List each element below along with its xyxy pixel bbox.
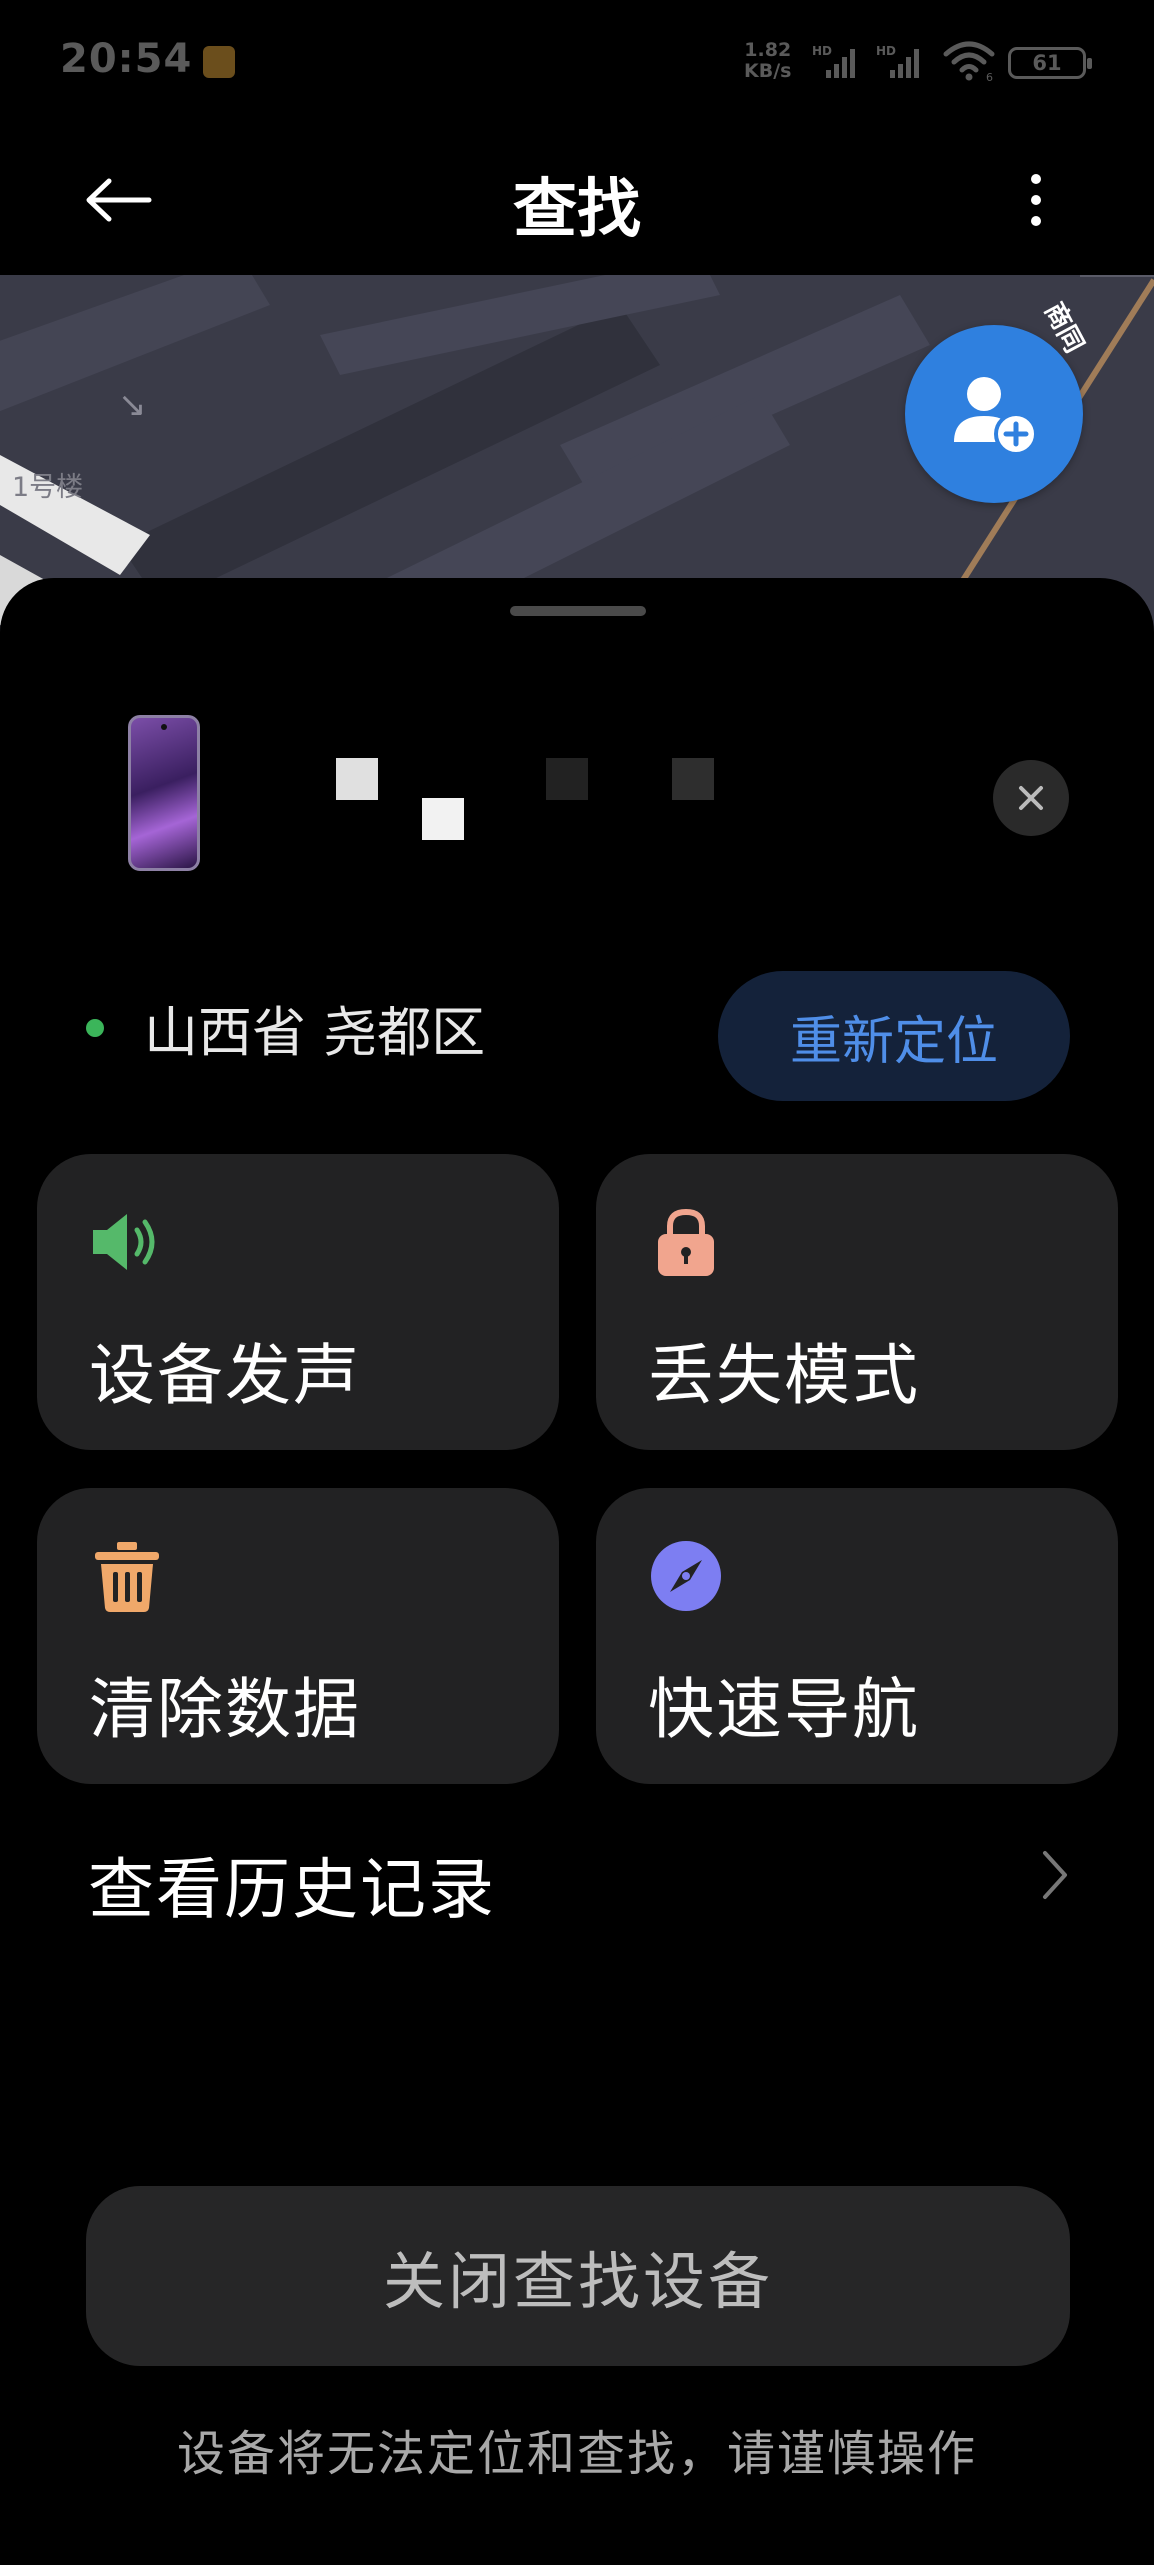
status-time: 20:54 xyxy=(60,36,193,82)
network-speed: 1.82 KB/s xyxy=(744,40,791,82)
wifi-label: 6 xyxy=(986,71,993,82)
location-text: 山西省 尧都区 xyxy=(144,1001,486,1064)
app-header: 查找 xyxy=(0,130,1154,275)
person-add-icon xyxy=(954,377,1038,456)
disable-find-device-button[interactable]: 关闭查找设备 xyxy=(86,2186,1070,2366)
add-contact-button[interactable] xyxy=(905,325,1083,503)
notification-app-icon xyxy=(203,46,235,78)
more-vertical-icon xyxy=(1031,174,1041,226)
page-title: 查找 xyxy=(513,173,641,247)
play-sound-label: 设备发声 xyxy=(89,1337,361,1414)
wifi-icon: 6 xyxy=(943,41,995,82)
sim2-hd-label: HD xyxy=(876,44,896,58)
lost-mode-card[interactable]: 丢失模式 xyxy=(596,1154,1118,1450)
device-thumbnail xyxy=(128,715,200,871)
signal-sim1-icon: HD xyxy=(812,44,855,78)
status-bar: 20:54 1.82 KB/s HD HD 6 61 xyxy=(0,0,1154,130)
disable-warning-text: 设备将无法定位和查找，请谨慎操作 xyxy=(176,2426,977,2482)
close-icon xyxy=(1019,786,1043,810)
map-direction-arrow: ↘ xyxy=(118,385,147,425)
lock-icon xyxy=(658,1208,714,1276)
view-history-row[interactable]: 查看历史记录 xyxy=(0,1818,1154,1928)
chevron-right-icon xyxy=(1043,1851,1067,1899)
quick-nav-label: 快速导航 xyxy=(648,1671,920,1748)
relocate-button[interactable]: 重新定位 xyxy=(718,971,1070,1101)
quick-nav-card[interactable]: 快速导航 xyxy=(596,1488,1118,1784)
signal-sim2-icon: HD xyxy=(876,44,919,78)
device-detail-sheet: 山西省 尧都区 重新定位 设备发声 丢失模式 清除数据 快速导航 查看历史记录 … xyxy=(0,578,1154,2565)
sim1-hd-label: HD xyxy=(812,44,832,58)
view-history-label: 查看历史记录 xyxy=(88,1851,496,1928)
sheet-drag-handle[interactable] xyxy=(510,606,646,616)
network-speed-unit: KB/s xyxy=(744,60,792,82)
battery-indicator: 61 xyxy=(1008,47,1092,79)
erase-data-card[interactable]: 清除数据 xyxy=(37,1488,559,1784)
network-speed-value: 1.82 xyxy=(744,39,792,61)
play-sound-card[interactable]: 设备发声 xyxy=(37,1154,559,1450)
more-options-button[interactable] xyxy=(1010,160,1062,240)
compass-icon xyxy=(651,1541,721,1611)
device-name xyxy=(330,748,750,869)
erase-data-label: 清除数据 xyxy=(89,1671,361,1748)
speaker-icon xyxy=(93,1214,155,1270)
device-name-obscured xyxy=(336,758,714,840)
online-status-dot xyxy=(86,1018,104,1037)
lost-mode-label: 丢失模式 xyxy=(648,1337,920,1414)
trash-icon xyxy=(95,1542,159,1612)
device-location: 山西省 尧都区 xyxy=(86,988,485,1067)
map-building-label: 1号楼 xyxy=(12,472,84,503)
close-button[interactable] xyxy=(993,760,1069,836)
